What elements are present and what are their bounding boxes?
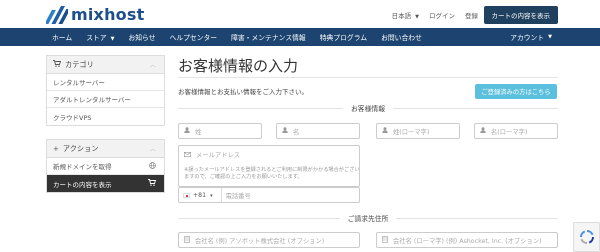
phone-field[interactable]: +81 ▾ 電話番号 [178, 187, 360, 203]
plus-icon: + [53, 144, 59, 153]
language-label: 日本語 [391, 12, 412, 20]
nav-item-contact[interactable]: お問い合わせ [381, 32, 422, 42]
building-icon [382, 235, 388, 245]
login-link[interactable]: ログイン [429, 10, 455, 20]
chevron-down-icon: ▼ [110, 36, 115, 42]
actions-title: アクション [62, 143, 99, 153]
sidebar-item-register-domain[interactable]: 新規ドメインを取得 [47, 158, 164, 175]
brand-name: mixhost [71, 5, 145, 24]
company-name-placeholder: 会社名 (例) アソボット株式会社 (オプション) [195, 237, 325, 245]
page-title: お客様情報の入力 [178, 57, 299, 75]
sidebar-item-adult-rental-server[interactable]: アダルトレンタルサーバー [47, 91, 164, 108]
title-divider [178, 77, 558, 78]
building-icon [184, 235, 190, 245]
register-domain-label: 新規ドメインを取得 [53, 163, 112, 171]
divider [178, 217, 340, 219]
divider [393, 107, 559, 109]
japan-flag-icon [183, 192, 190, 198]
last-name-placeholder: 姓 [195, 128, 202, 136]
sidebar-item-view-cart[interactable]: カートの内容を表示 [47, 175, 164, 192]
billing-address-title: ご請求先住所 [347, 215, 389, 223]
language-selector[interactable]: 日本語 ▼ [392, 10, 419, 20]
company-name-roman-placeholder: 会社名 (ローマ字) (例) Ashocket, Inc. (オプション) [393, 237, 542, 245]
chevron-down-icon: ▾ [210, 192, 213, 199]
account-menu[interactable]: アカウント ▼ [510, 28, 552, 46]
first-name-roman-placeholder: 名(ローマ字) [491, 128, 528, 136]
user-icon [480, 127, 486, 135]
first-name-roman-field[interactable]: 名(ローマ字) [474, 123, 558, 139]
email-field[interactable]: メールアドレス ※誤ったメールアドレスを登録されるとご利用に制限がかかる場合がご… [178, 145, 360, 187]
user-icon [282, 127, 288, 135]
last-name-field[interactable]: 姓 [178, 123, 262, 139]
existing-customer-login-button[interactable]: ご登録済みの方はこちら [475, 84, 557, 99]
email-placeholder: メールアドレス [196, 152, 241, 159]
divider [220, 188, 222, 202]
categories-panel: カテゴリ ︿ レンタルサーバー アダルトレンタルサーバー クラウドVPS [46, 55, 165, 126]
nav-item-store-label: ストア [86, 34, 107, 42]
cart-icon [53, 60, 62, 69]
user-icon [382, 127, 388, 135]
sidebar-item-rental-server[interactable]: レンタルサーバー [47, 74, 164, 91]
view-cart-label: カートの内容を表示 [53, 180, 112, 189]
chevron-down-icon: ▼ [548, 34, 552, 40]
top-links: 日本語 ▼ ログイン 登録 [392, 10, 478, 20]
envelope-icon [184, 151, 192, 159]
email-input-row: メールアドレス [184, 150, 240, 159]
last-name-roman-placeholder: 姓(ローマ字) [393, 128, 430, 136]
logo-stripes-icon [46, 5, 68, 24]
recaptcha-badge[interactable] [573, 222, 600, 252]
customer-info-title: お客様情報 [351, 105, 385, 113]
nav-item-rewards[interactable]: 特典プログラム [320, 32, 367, 42]
chevron-up-icon: ︿ [149, 146, 156, 153]
company-name-roman-field[interactable]: 会社名 (ローマ字) (例) Ashocket, Inc. (オプション) [376, 232, 558, 248]
last-name-roman-field[interactable]: 姓(ローマ字) [376, 123, 460, 139]
view-cart-button[interactable]: カートの内容を表示 [483, 6, 558, 24]
nav-item-status[interactable]: 障害・メンテナンス情報 [231, 32, 306, 42]
categories-panel-header[interactable]: カテゴリ ︿ [47, 56, 164, 74]
user-icon [184, 127, 190, 135]
register-link[interactable]: 登録 [465, 10, 478, 20]
chevron-up-icon: ︿ [149, 62, 156, 69]
company-name-field[interactable]: 会社名 (例) アソボット株式会社 (オプション) [178, 232, 360, 248]
nav-menu: ホーム ストア ▼ お知らせ ヘルプセンター 障害・メンテナンス情報 特典プログラ… [52, 28, 422, 46]
account-label: アカウント [510, 34, 545, 42]
top-header: mixhost 日本語 ▼ ログイン 登録 カートの内容を表示 [0, 0, 600, 28]
cart-icon [148, 179, 157, 188]
recaptcha-icon [579, 229, 594, 245]
nav-item-store[interactable]: ストア ▼ [86, 32, 114, 42]
nav-item-news[interactable]: お知らせ [128, 32, 155, 42]
divider [178, 107, 344, 109]
nav-item-home[interactable]: ホーム [52, 32, 72, 42]
email-note: ※誤ったメールアドレスを登録されるとご利用に制限がかかる場合がございますので、ご… [184, 167, 360, 180]
customer-info-heading: お客様情報 [178, 103, 559, 113]
globe-icon [149, 161, 156, 171]
categories-title: カテゴリ [65, 59, 94, 69]
chevron-down-icon: ▼ [415, 14, 419, 20]
divider [396, 217, 558, 219]
phone-placeholder: 電話番号 [225, 192, 251, 200]
actions-panel-header[interactable]: + アクション ︿ [47, 140, 164, 158]
nav-item-help[interactable]: ヘルプセンター [170, 32, 218, 42]
main-navbar: ホーム ストア ▼ お知らせ ヘルプセンター 障害・メンテナンス情報 特典プログラ… [0, 28, 600, 46]
dial-code: +81 [193, 191, 207, 199]
sidebar-item-cloud-vps[interactable]: クラウドVPS [47, 108, 164, 125]
billing-address-heading: ご請求先住所 [178, 213, 558, 223]
actions-panel: + アクション ︿ 新規ドメインを取得 カートの内容を表示 [46, 139, 165, 193]
brand-logo[interactable]: mixhost [46, 5, 144, 24]
first-name-field[interactable]: 名 [276, 123, 360, 139]
intro-text: お客様情報とお支払い情報をご入力下さい。 [178, 88, 308, 96]
dial-code-selector[interactable]: +81 ▾ [193, 192, 213, 199]
first-name-placeholder: 名 [293, 128, 300, 136]
